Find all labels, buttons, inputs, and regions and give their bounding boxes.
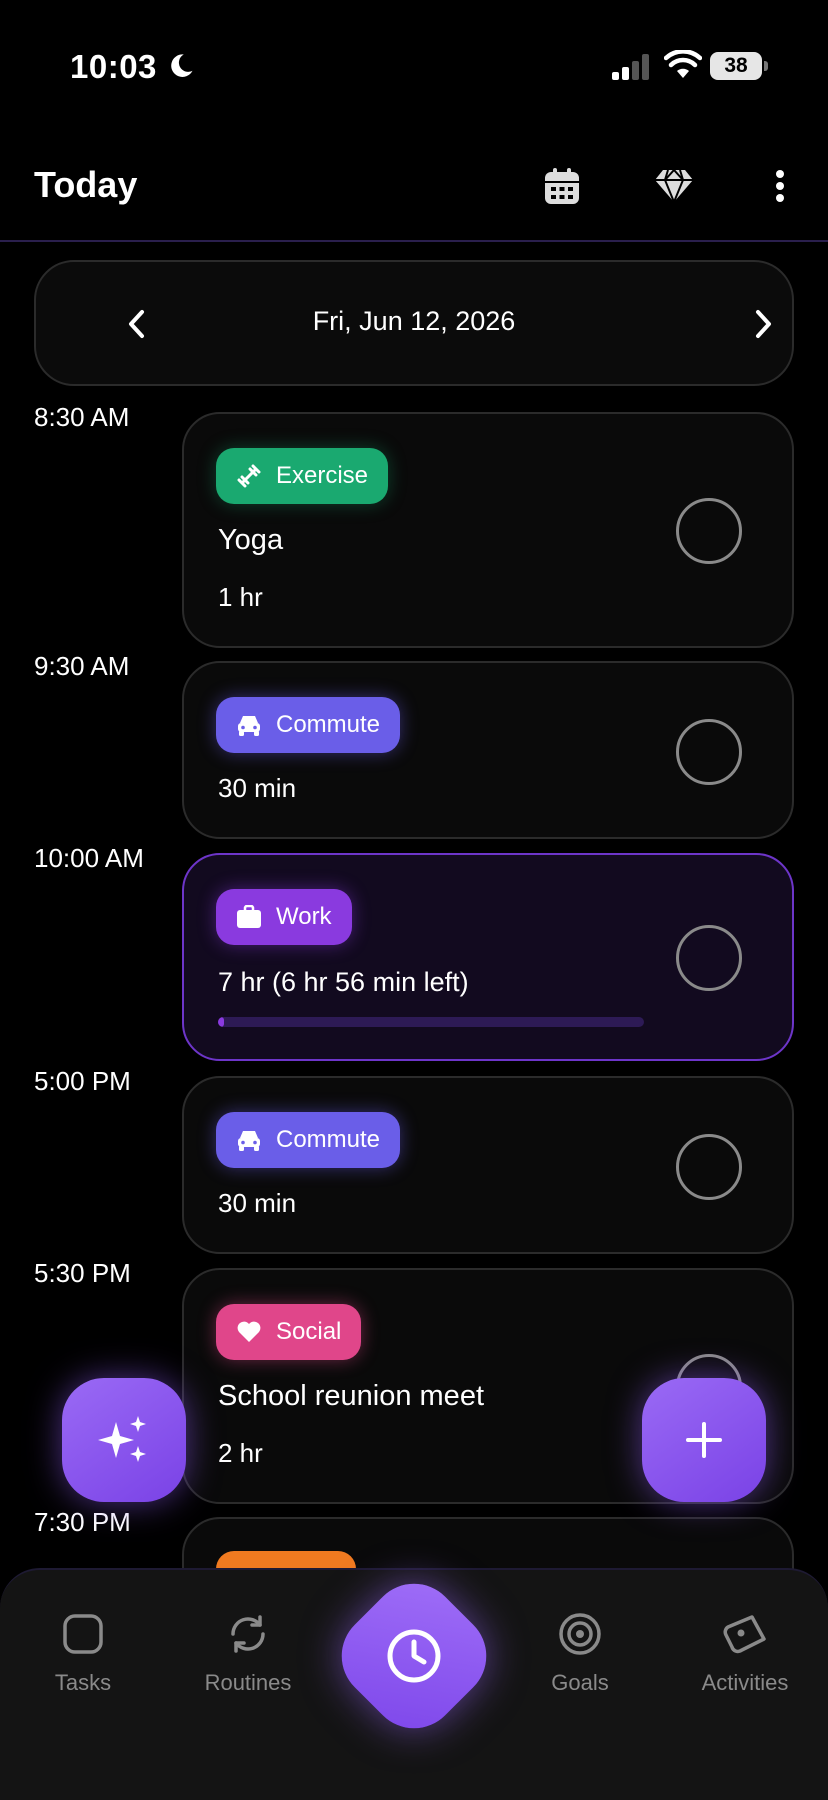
more-options-button[interactable] (758, 164, 802, 208)
card-title: Yoga (218, 524, 284, 556)
routine-card-yoga[interactable]: Exercise Yoga 1 hr (182, 412, 794, 648)
dumbbell-icon (237, 464, 261, 488)
complete-checkbox[interactable] (676, 719, 742, 785)
nav-activities[interactable]: Activities (665, 1610, 825, 1696)
tasks-icon (63, 1614, 103, 1654)
tag-label: Social (276, 1318, 342, 1345)
nav-timeline-icon-wrap[interactable] (380, 1622, 448, 1690)
tag-label: Exercise (276, 462, 369, 489)
refresh-icon (231, 1615, 265, 1653)
calendar-icon (545, 168, 579, 204)
tag-icon (723, 1615, 766, 1654)
nav-goals[interactable]: Goals (500, 1610, 660, 1696)
car-icon (238, 716, 260, 736)
nav-label: Routines (204, 1670, 292, 1695)
signal-icon (612, 54, 649, 80)
card-duration: 7 hr (6 hr 56 min left) (218, 967, 469, 997)
nav-tasks[interactable]: Tasks (3, 1610, 163, 1696)
battery-icon: 38 (710, 52, 768, 80)
card-duration: 30 min (218, 1188, 297, 1218)
complete-checkbox[interactable] (676, 498, 742, 564)
app-header: Today (0, 130, 828, 242)
briefcase-icon (237, 905, 261, 928)
more-vertical-icon (776, 170, 784, 202)
complete-checkbox[interactable] (676, 1134, 742, 1200)
tag-label: Commute (276, 1126, 381, 1153)
time-label: 5:00 PM (34, 1066, 131, 1096)
ai-assistant-button[interactable] (62, 1378, 186, 1502)
add-button[interactable] (642, 1378, 766, 1502)
battery-level: 38 (710, 52, 762, 80)
heart-icon (237, 1321, 261, 1342)
routine-card-commute[interactable]: Commute 30 min (182, 661, 794, 839)
target-icon (559, 1613, 601, 1655)
chevron-right-icon (756, 310, 771, 338)
tag-label: Work (276, 903, 332, 930)
premium-button[interactable] (652, 164, 696, 208)
nav-routines[interactable]: Routines (168, 1610, 328, 1696)
routine-card-commute[interactable]: Commute 30 min (182, 1076, 794, 1254)
sparkles-icon (98, 1416, 146, 1462)
progress-bar (218, 1017, 644, 1027)
time-label: 8:30 AM (34, 402, 130, 432)
category-tag-social: Social (216, 1304, 362, 1360)
wifi-icon (664, 50, 702, 78)
time-label: 5:30 PM (34, 1258, 131, 1288)
nav-label: Tasks (54, 1670, 112, 1695)
moon-icon (171, 54, 193, 77)
nav-label: Activities (701, 1670, 789, 1695)
time-label: 7:30 PM (34, 1507, 131, 1537)
calendar-button[interactable] (540, 164, 584, 208)
clock-icon (387, 1629, 441, 1683)
category-tag-commute: Commute (216, 1112, 401, 1168)
current-date[interactable]: Fri, Jun 12, 2026 (36, 306, 792, 337)
diamond-icon (655, 168, 693, 204)
status-bar: 10:03 38 (0, 0, 828, 130)
tag-label: Commute (276, 711, 381, 738)
date-navigator: Fri, Jun 12, 2026 (34, 260, 794, 386)
card-duration: 1 hr (218, 582, 263, 612)
time-label: 9:30 AM (34, 651, 130, 681)
progress-fill (218, 1017, 225, 1027)
complete-checkbox[interactable] (676, 925, 742, 991)
car-icon (238, 1131, 260, 1151)
page-title: Today (34, 164, 138, 205)
category-tag-commute: Commute (216, 697, 401, 753)
category-tag-work: Work (216, 889, 352, 945)
plus-icon (686, 1422, 722, 1458)
card-duration: 30 min (218, 773, 297, 803)
routine-card-work[interactable]: Work 7 hr (6 hr 56 min left) (182, 853, 794, 1061)
next-day-button[interactable] (742, 302, 786, 346)
card-duration: 2 hr (218, 1438, 263, 1468)
card-title: School reunion meet (218, 1380, 484, 1412)
category-tag-exercise: Exercise (216, 448, 389, 504)
time-label: 10:00 AM (34, 843, 144, 873)
nav-label: Goals (551, 1670, 609, 1695)
status-time: 10:03 (70, 48, 157, 85)
